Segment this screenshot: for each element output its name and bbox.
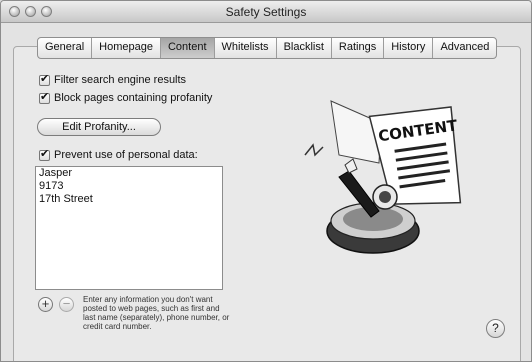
filter-search-label: Filter search engine results xyxy=(54,74,187,86)
block-profanity-checkbox-row[interactable]: Block pages containing profanity xyxy=(39,90,213,104)
help-button[interactable]: ? xyxy=(486,319,505,338)
safety-settings-window: Safety Settings General Homepage Content… xyxy=(0,0,532,362)
prevent-personal-checkbox-row[interactable]: Prevent use of personal data: xyxy=(39,147,198,161)
personal-data-hint: Enter any information you don't want pos… xyxy=(83,295,230,331)
list-item[interactable]: Jasper xyxy=(36,167,222,180)
prevent-personal-label: Prevent use of personal data: xyxy=(54,149,198,161)
add-item-button[interactable]: + xyxy=(38,297,53,312)
tab-history[interactable]: History xyxy=(384,38,434,58)
remove-item-button[interactable]: − xyxy=(59,297,74,312)
personal-data-list[interactable]: Jasper 9173 17th Street xyxy=(35,166,223,290)
tab-content[interactable]: Content xyxy=(160,38,215,58)
tab-homepage[interactable]: Homepage xyxy=(92,38,161,58)
prevent-personal-checkbox[interactable] xyxy=(39,147,50,161)
list-item[interactable]: 17th Street xyxy=(36,193,222,206)
filter-search-checkbox[interactable] xyxy=(39,72,50,86)
tab-bar: General Homepage Content Whitelists Blac… xyxy=(37,37,498,59)
tab-whitelists[interactable]: Whitelists xyxy=(215,38,277,58)
tab-general[interactable]: General xyxy=(38,38,93,58)
list-item[interactable]: 9173 xyxy=(36,180,222,193)
title-bar[interactable]: Safety Settings xyxy=(1,1,531,23)
edit-profanity-button[interactable]: Edit Profanity... xyxy=(37,118,161,136)
content-filter-illustration-icon: CONTENT xyxy=(304,100,462,254)
block-profanity-label: Block pages containing profanity xyxy=(54,92,213,104)
zigzag-icon xyxy=(304,143,324,157)
tab-ratings[interactable]: Ratings xyxy=(332,38,385,58)
block-profanity-checkbox[interactable] xyxy=(39,90,50,104)
filter-search-checkbox-row[interactable]: Filter search engine results xyxy=(39,72,187,86)
tab-advanced[interactable]: Advanced xyxy=(433,38,496,58)
tab-blacklist[interactable]: Blacklist xyxy=(277,38,332,58)
window-title: Safety Settings xyxy=(225,5,307,19)
